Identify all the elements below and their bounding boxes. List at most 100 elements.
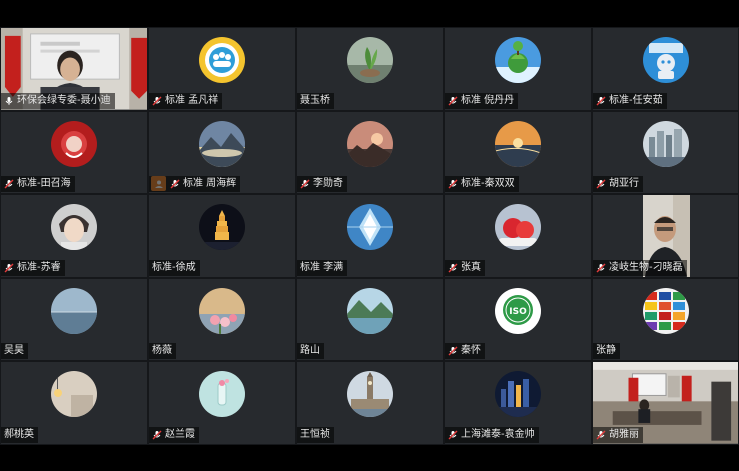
- participant-name: 赵兰霞: [165, 428, 195, 440]
- participant-name-label: 杨薇: [149, 343, 176, 360]
- participant-tile[interactable]: 上海滩泰-袁金帅: [444, 361, 592, 445]
- participant-tile[interactable]: 标准-秦双双: [444, 110, 592, 195]
- participant-tile[interactable]: 环保会绿专委-聂小迪: [0, 27, 148, 111]
- participant-name-label: 张静: [593, 343, 620, 360]
- participant-name: 路山: [300, 345, 320, 357]
- participant-name-label: 环保会绿专委-聂小迪: [1, 92, 115, 109]
- participant-tile[interactable]: 标准 李满: [296, 194, 444, 278]
- participant-tile[interactable]: 凌岐生物-刁晓磊: [592, 194, 739, 278]
- participant-tile[interactable]: 标准-徐成: [148, 194, 296, 278]
- participant-name: 标准 倪丹丹: [461, 94, 515, 106]
- seal-icon: [51, 120, 97, 167]
- flower-icon: [199, 287, 245, 334]
- microphone-icon[interactable]: [4, 96, 14, 106]
- participant-name: 聂玉桥: [300, 94, 330, 106]
- participant-tile[interactable]: 标准-田召海: [0, 110, 148, 195]
- participant-tile[interactable]: 郝桃英: [0, 361, 148, 445]
- microphone-muted-icon[interactable]: [4, 263, 14, 273]
- participant-tile[interactable]: 标准 孟凡祥: [148, 27, 296, 111]
- participant-tile[interactable]: 杨薇: [148, 277, 296, 362]
- lake-icon: [347, 287, 393, 334]
- participant-tile[interactable]: 路山: [296, 277, 444, 362]
- participant-name: 环保会绿专委-聂小迪: [17, 94, 111, 106]
- participant-name: 杨薇: [152, 345, 172, 357]
- participant-name-label: 标准-田召海: [1, 176, 75, 193]
- participant-name: 吴昊: [4, 345, 24, 357]
- participant-name-label: 标准 李满: [297, 259, 348, 276]
- participant-name: 胡雅丽: [609, 428, 639, 440]
- participant-name: 上海滩泰-袁金帅: [461, 428, 535, 440]
- participant-tile[interactable]: 王恒祯: [296, 361, 444, 445]
- pagoda-icon: [199, 204, 245, 251]
- strawberry-icon: [495, 204, 541, 251]
- participant-tile[interactable]: ISO 秦怀: [444, 277, 592, 362]
- participant-tile[interactable]: 标准 倪丹丹: [444, 27, 592, 111]
- microphone-muted-icon[interactable]: [448, 346, 458, 356]
- participant-name-label: 标准-苏睿: [1, 259, 65, 276]
- participant-tile[interactable]: 赵兰霞: [148, 361, 296, 445]
- participant-name: 标准 周海辉: [183, 178, 237, 190]
- participant-name-label: 郝桃英: [1, 426, 38, 443]
- participant-name-label: 标准 倪丹丹: [445, 92, 519, 109]
- microphone-muted-icon[interactable]: [152, 430, 162, 440]
- participant-name: 张真: [461, 261, 481, 273]
- participant-name: 标准 孟凡祥: [165, 94, 219, 106]
- participant-name-label: 胡亚行: [593, 176, 643, 193]
- participant-tile[interactable]: 张静: [592, 277, 739, 362]
- microphone-muted-icon[interactable]: [596, 263, 606, 273]
- mountain-icon: [199, 120, 245, 167]
- iso-text: ISO: [509, 307, 527, 317]
- city-icon: [642, 120, 689, 167]
- participant-name: 标准-秦双双: [461, 178, 515, 190]
- participant-name: 李勋奇: [313, 178, 343, 190]
- participant-tile[interactable]: 标准-苏睿: [0, 194, 148, 278]
- iso-icon: ISO: [495, 287, 541, 334]
- participant-tile[interactable]: 标准 周海辉: [148, 110, 296, 195]
- participant-name-label: 胡雅丽: [593, 426, 643, 443]
- participant-name-label: 王恒祯: [297, 426, 334, 443]
- microphone-muted-icon[interactable]: [152, 96, 162, 106]
- participant-tile[interactable]: 吴昊: [0, 277, 148, 362]
- participant-name-label: 标准 孟凡祥: [149, 92, 223, 109]
- participant-name-label: 标准-任安茹: [593, 92, 667, 109]
- microphone-muted-icon[interactable]: [448, 263, 458, 273]
- sea-sunset-icon: [495, 120, 541, 167]
- participant-name: 胡亚行: [609, 178, 639, 190]
- microphone-muted-icon[interactable]: [448, 179, 458, 189]
- participant-tile[interactable]: 张真: [444, 194, 592, 278]
- participant-tile[interactable]: 胡亚行: [592, 110, 739, 195]
- robot-icon: [642, 37, 689, 83]
- lamp-icon: [51, 371, 97, 418]
- participant-name: 标准-苏睿: [17, 261, 61, 273]
- microphone-muted-icon[interactable]: [4, 179, 14, 189]
- participant-tile[interactable]: 标准-任安茹: [592, 27, 739, 111]
- plant-icon: [347, 37, 393, 83]
- participant-name: 标准-任安茹: [609, 94, 663, 106]
- participant-name-label: 上海滩泰-袁金帅: [445, 426, 539, 443]
- participant-tile[interactable]: 李勋奇: [296, 110, 444, 195]
- participant-name: 王恒祯: [300, 428, 330, 440]
- microphone-muted-icon[interactable]: [448, 96, 458, 106]
- sunset-icon: [347, 120, 393, 167]
- microphone-muted-icon[interactable]: [448, 430, 458, 440]
- microphone-muted-icon[interactable]: [596, 430, 606, 440]
- participant-name-label: 聂玉桥: [297, 92, 334, 109]
- microphone-muted-icon[interactable]: [300, 179, 310, 189]
- microphone-muted-icon[interactable]: [170, 179, 180, 189]
- globe-tree-icon: [495, 37, 541, 83]
- sea-icon: [51, 287, 97, 334]
- participant-tile[interactable]: 胡雅丽: [592, 361, 739, 445]
- participant-name: 标准 李满: [300, 261, 344, 273]
- participant-tile[interactable]: 聂玉桥: [296, 27, 444, 111]
- bottle-icon: [199, 371, 245, 418]
- participant-name-label: 赵兰霞: [149, 426, 199, 443]
- participant-name-label: 标准-秦双双: [445, 176, 519, 193]
- microphone-muted-icon[interactable]: [596, 96, 606, 106]
- people-icon: [199, 37, 245, 83]
- flags-icon: [642, 287, 689, 334]
- participant-name-label: 标准 周海辉: [149, 176, 241, 193]
- anime-portrait-icon: [51, 204, 97, 251]
- city-night-icon: [495, 371, 541, 418]
- participant-name: 郝桃英: [4, 428, 34, 440]
- microphone-muted-icon[interactable]: [596, 179, 606, 189]
